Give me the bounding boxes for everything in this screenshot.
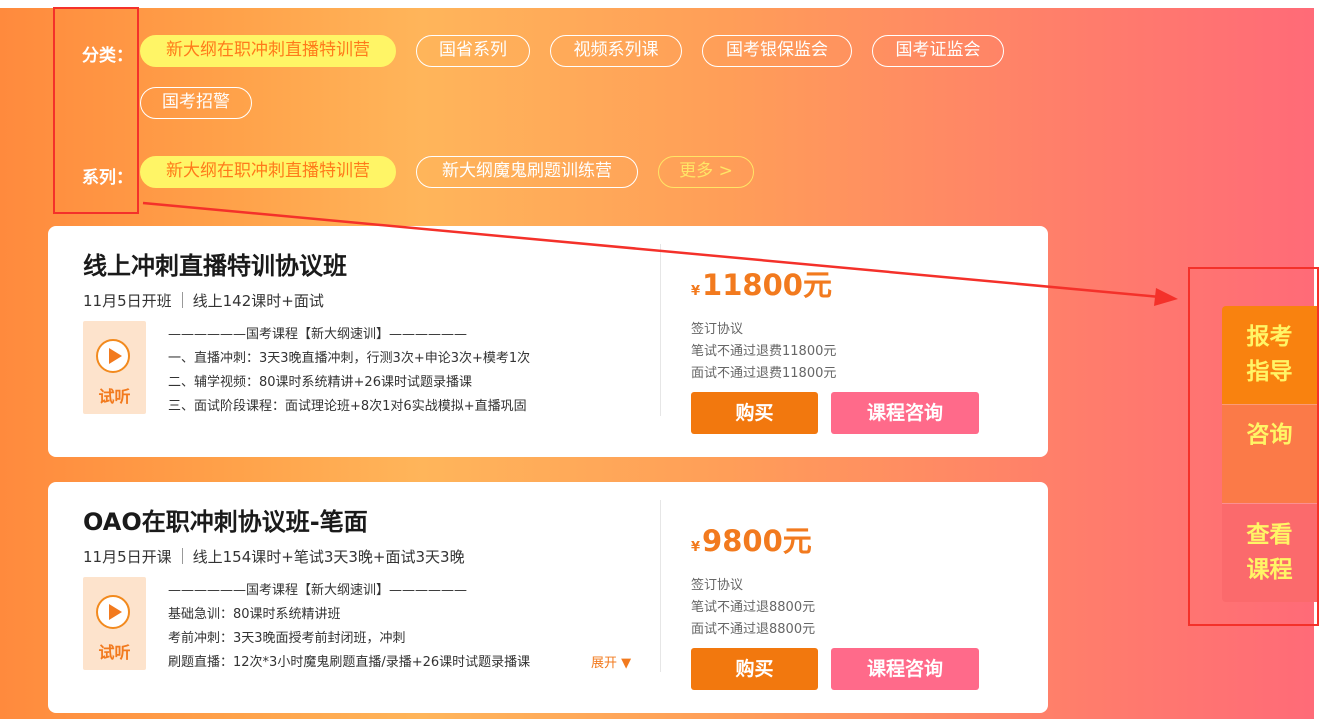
arrow-head [1154,288,1178,306]
annotation-arrow [142,201,1178,306]
page: 分类： 新大纲在职冲刺直播特训营 国省系列 视频系列课 国考银保监会 国考证监会… [0,0,1321,719]
arrow-line [142,201,1161,299]
